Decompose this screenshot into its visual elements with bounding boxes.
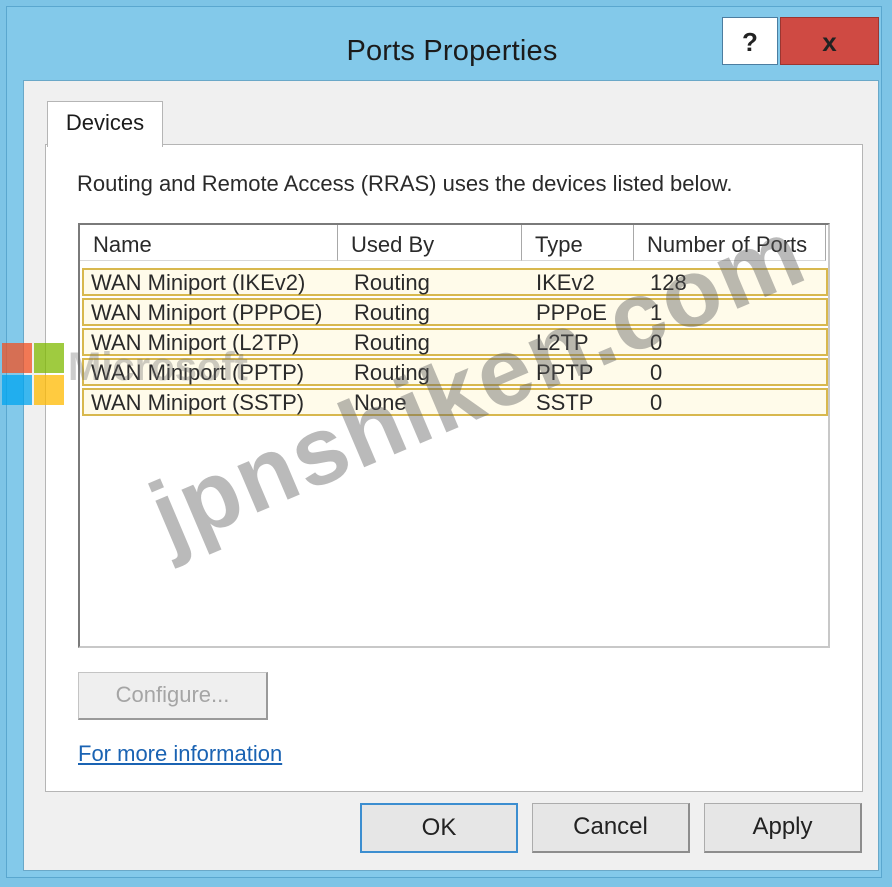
- cell-used-by: Routing: [354, 330, 430, 355]
- ok-button[interactable]: OK: [360, 803, 518, 853]
- devices-tab-panel: Routing and Remote Access (RRAS) uses th…: [45, 144, 863, 792]
- cell-name: WAN Miniport (SSTP): [91, 390, 305, 415]
- cell-ports: 0: [650, 390, 663, 415]
- close-button[interactable]: x: [780, 17, 879, 65]
- devices-list[interactable]: Name Used By Type Number of Ports WAN Mi…: [78, 223, 830, 648]
- cell-ports: 0: [650, 360, 663, 385]
- configure-button[interactable]: Configure...: [78, 672, 268, 720]
- column-header-name[interactable]: Name: [80, 225, 338, 261]
- table-row[interactable]: WAN Miniport (IKEv2) Routing IKEv2 128: [82, 268, 828, 296]
- cell-name: WAN Miniport (IKEv2): [91, 270, 306, 295]
- tab-devices[interactable]: Devices: [47, 101, 163, 147]
- cell-ports: 1: [650, 300, 663, 325]
- table-row[interactable]: WAN Miniport (SSTP) None SSTP 0: [82, 388, 828, 416]
- apply-button[interactable]: Apply: [704, 803, 862, 853]
- help-button[interactable]: ?: [722, 17, 778, 65]
- dialog-window: Ports Properties ? x Devices Routing and…: [6, 6, 882, 878]
- cell-name: WAN Miniport (PPTP): [91, 360, 305, 385]
- cell-type: L2TP: [536, 330, 589, 355]
- cell-ports: 128: [650, 270, 687, 295]
- cell-type: PPPoE: [536, 300, 607, 325]
- column-header-used-by[interactable]: Used By: [338, 225, 522, 261]
- column-header-type[interactable]: Type: [522, 225, 634, 261]
- list-header: Name Used By Type Number of Ports: [80, 225, 828, 263]
- microsoft-logo-icon: [2, 343, 66, 406]
- cell-type: SSTP: [536, 390, 594, 415]
- cell-type: PPTP: [536, 360, 594, 385]
- cell-used-by: Routing: [354, 270, 430, 295]
- cell-type: IKEv2: [536, 270, 595, 295]
- dialog-client-area: Devices Routing and Remote Access (RRAS)…: [23, 80, 879, 871]
- cell-name: WAN Miniport (PPPOE): [91, 300, 323, 325]
- cell-used-by: Routing: [354, 360, 430, 385]
- column-header-ports[interactable]: Number of Ports: [634, 225, 826, 261]
- table-row[interactable]: WAN Miniport (L2TP) Routing L2TP 0: [82, 328, 828, 356]
- cell-name: WAN Miniport (L2TP): [91, 330, 300, 355]
- table-row[interactable]: WAN Miniport (PPPOE) Routing PPPoE 1: [82, 298, 828, 326]
- cell-used-by: Routing: [354, 300, 430, 325]
- table-row[interactable]: WAN Miniport (PPTP) Routing PPTP 0: [82, 358, 828, 386]
- cancel-button[interactable]: Cancel: [532, 803, 690, 853]
- devices-description: Routing and Remote Access (RRAS) uses th…: [77, 171, 733, 196]
- more-information-link[interactable]: For more information: [78, 741, 282, 767]
- cell-used-by: None: [354, 390, 407, 415]
- cell-ports: 0: [650, 330, 663, 355]
